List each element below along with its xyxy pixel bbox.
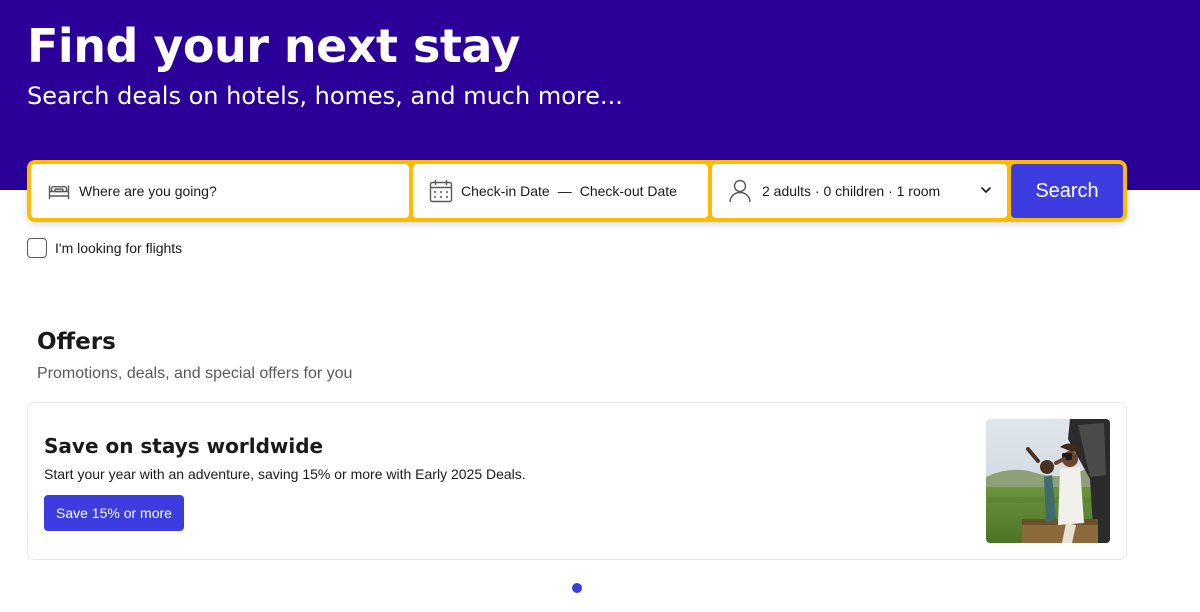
page-subtitle: Search deals on hotels, homes, and much … (27, 82, 623, 110)
page-title: Find your next stay (27, 19, 521, 73)
calendar-icon (429, 179, 453, 203)
checkin-placeholder: Check-in Date (461, 183, 550, 199)
offer-card-text: Start your year with an adventure, savin… (44, 466, 526, 482)
offers-heading: Offers (37, 329, 116, 355)
date-separator: — (557, 183, 572, 199)
chevron-down-icon (979, 183, 993, 200)
carousel-indicator-dot[interactable] (572, 583, 582, 593)
flights-checkbox-label: I'm looking for flights (55, 240, 183, 256)
bed-icon (47, 179, 71, 203)
flights-checkbox[interactable] (27, 238, 47, 258)
dates-field[interactable]: Check-in Date — Check-out Date (413, 164, 708, 218)
occupancy-value: 2 adults · 0 children · 1 room (762, 183, 941, 199)
offers-subheading: Promotions, deals, and special offers fo… (37, 365, 353, 382)
destination-field[interactable]: Where are you going? (31, 164, 409, 218)
offer-card-image (986, 419, 1110, 543)
checkout-placeholder: Check-out Date (579, 183, 677, 199)
offer-cta-button[interactable]: Save 15% or more (44, 495, 184, 531)
person-icon (728, 179, 752, 203)
flights-option[interactable]: I'm looking for flights (27, 238, 182, 258)
offer-card-title: Save on stays worldwide (44, 434, 324, 458)
offer-card: Save on stays worldwide Start your year … (27, 402, 1127, 560)
occupancy-field[interactable]: 2 adults · 0 children · 1 room (712, 164, 1007, 218)
search-button[interactable]: Search (1011, 164, 1123, 218)
search-bar: Where are you going? Check-in Date — Che… (27, 160, 1127, 222)
destination-placeholder: Where are you going? (79, 183, 217, 199)
